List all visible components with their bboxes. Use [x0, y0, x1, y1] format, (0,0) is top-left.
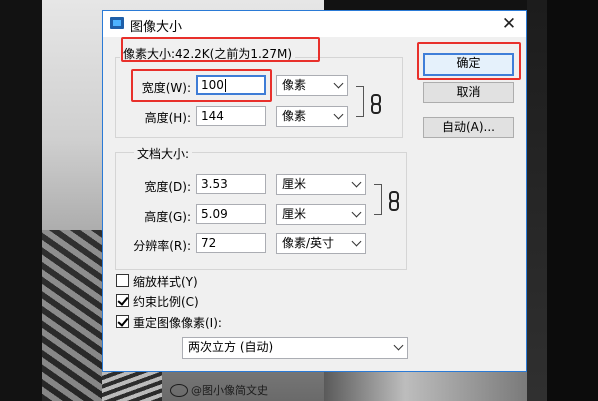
pixel-height-value: 144	[201, 109, 224, 123]
pixel-height-input[interactable]: 144	[196, 106, 266, 126]
chevron-down-icon	[351, 236, 362, 247]
image-size-dialog: 图像大小 ✕ 像素大小:42.2K(之前为1.27M) 宽度(W): 100 像…	[102, 10, 527, 372]
pixel-link-bracket	[356, 86, 364, 117]
pixel-height-label: 高度(H):	[144, 111, 191, 125]
chevron-down-icon	[333, 78, 344, 89]
resample-method-value: 两次立方 (自动)	[188, 340, 274, 354]
chevron-down-icon	[351, 207, 362, 218]
background-dark-panel	[527, 0, 547, 401]
resample-image-label: 重定图像像素(I):	[133, 316, 222, 330]
cancel-button[interactable]: 取消	[423, 82, 514, 103]
pixel-height-unit-select[interactable]: 像素	[276, 106, 348, 127]
highlight-ok-button	[417, 42, 521, 80]
watermark-text: @图小像简文史	[191, 384, 268, 397]
photoshop-icon	[110, 17, 124, 29]
chain-link-icon	[389, 191, 399, 211]
resolution-label: 分辨率(R):	[133, 239, 191, 253]
resolution-unit-select[interactable]: 像素/英寸	[276, 233, 366, 254]
close-icon: ✕	[501, 14, 517, 34]
doc-link-bracket	[374, 184, 382, 215]
close-button[interactable]: ✕	[498, 14, 520, 34]
pixel-width-unit: 像素	[282, 78, 307, 92]
doc-width-unit-select[interactable]: 厘米	[276, 174, 366, 195]
doc-height-unit: 厘米	[282, 207, 307, 221]
doc-width-label: 宽度(D):	[144, 180, 191, 194]
doc-width-unit: 厘米	[282, 177, 307, 191]
dialog-titlebar[interactable]: 图像大小 ✕	[103, 11, 526, 37]
resample-method-select[interactable]: 两次立方 (自动)	[182, 337, 408, 359]
scale-styles-checkbox[interactable]	[116, 274, 129, 287]
chevron-down-icon	[393, 340, 404, 351]
constrain-proportions-checkbox[interactable]	[116, 294, 129, 307]
weibo-icon	[170, 383, 188, 397]
auto-button[interactable]: 自动(A)...	[423, 117, 514, 138]
doc-height-label: 高度(G):	[144, 210, 191, 224]
constrain-proportions-label: 约束比例(C)	[133, 295, 199, 309]
pixel-width-unit-select[interactable]: 像素	[276, 75, 348, 96]
pixel-height-unit: 像素	[282, 109, 307, 123]
background-photo-strip	[324, 372, 527, 401]
document-size-title: 文档大小:	[134, 145, 193, 162]
doc-width-input[interactable]: 3.53	[196, 174, 266, 194]
chain-link-icon	[371, 94, 381, 114]
dialog-title: 图像大小	[130, 20, 183, 35]
resample-image-checkbox[interactable]	[116, 315, 129, 328]
watermark: @图小像简文史	[170, 381, 268, 399]
background-canvas-edge	[547, 0, 598, 401]
doc-height-value: 5.09	[201, 207, 228, 221]
highlight-width-field	[131, 69, 272, 102]
chevron-down-icon	[351, 177, 362, 188]
doc-height-unit-select[interactable]: 厘米	[276, 204, 366, 225]
highlight-pixel-size	[121, 37, 320, 62]
resolution-value: 72	[201, 236, 217, 250]
doc-width-value: 3.53	[201, 177, 228, 191]
resolution-unit: 像素/英寸	[282, 236, 335, 250]
scale-styles-label: 缩放样式(Y)	[133, 275, 198, 289]
resolution-input[interactable]: 72	[196, 233, 266, 253]
doc-height-input[interactable]: 5.09	[196, 204, 266, 224]
chevron-down-icon	[333, 109, 344, 120]
